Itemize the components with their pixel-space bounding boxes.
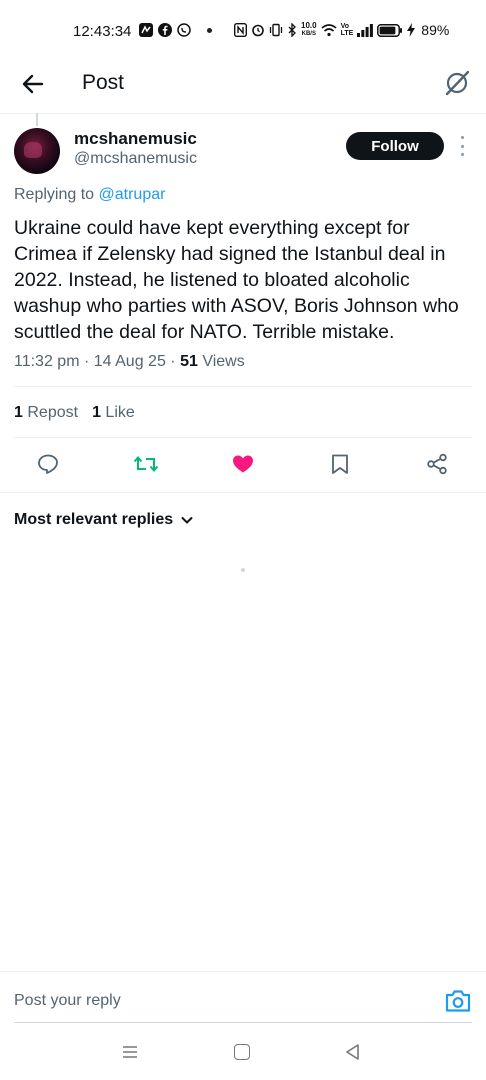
author-handle[interactable]: @mcshanemusic [74,150,197,168]
net-speed-unit: KB/S [301,31,316,37]
share-icon [427,453,447,475]
page-title: Post [82,71,125,94]
views-label: Views [202,353,245,370]
camera-icon [445,990,471,1012]
system-nav-bar [0,1030,486,1080]
reposts-count: 1 [14,404,23,421]
post-time: 11:32 pm [14,353,80,370]
reply-button[interactable] [34,450,62,478]
alarm-icon [252,24,264,37]
nfc-icon [234,23,247,37]
back-button[interactable] [18,69,48,99]
reply-input-underline [14,1022,472,1023]
facebook-icon [158,23,172,37]
repost-icon [133,455,159,473]
grok-icon [445,70,470,96]
more-options-button[interactable] [455,136,469,156]
camera-button[interactable] [444,988,472,1014]
header-divider [0,113,486,114]
post-text: Ukraine could have kept everything excep… [14,217,459,343]
grok-button[interactable] [442,68,472,98]
meta-separator: · [170,353,181,370]
back-triangle-icon[interactable] [343,1042,363,1062]
viber-icon [177,23,191,37]
bookmark-icon [332,454,348,474]
replying-to-mention[interactable]: @atrupar [99,186,166,203]
views-count: 51 [180,353,198,370]
net-speed-value: 10.0 [301,21,317,30]
arrow-left-icon [22,74,44,94]
engagement-stats: 1 Repost 1 Like [14,404,135,422]
thread-connector-line [36,113,38,126]
replying-prefix: Replying to [14,186,95,203]
share-button[interactable] [423,450,451,478]
divider [0,492,486,493]
system-icons: 10.0 KB/S Vo LTE 89% [234,22,449,38]
follow-button[interactable]: Follow [346,132,444,160]
divider [14,386,472,387]
wifi-icon [321,24,337,37]
chevron-down-icon [181,517,193,524]
menu-icon[interactable] [121,1044,139,1060]
replies-sort-label: Most relevant replies [14,511,174,528]
battery-percent: 89% [421,22,450,38]
volte-top: Vo [340,23,350,30]
status-bar: 12:43:34 10.0 KB/S Vo LTE 89% [0,0,486,62]
divider [0,971,486,972]
signal-icon [357,23,374,37]
bluetooth-icon [288,23,296,37]
reposts-stat[interactable]: 1 Repost [14,404,78,422]
notification-icons [139,23,212,37]
volte-bottom: LTE [340,30,354,37]
avatar[interactable] [14,128,60,174]
reposts-label: Repost [27,404,79,421]
charging-icon [407,23,416,37]
volte-indicator: Vo LTE [341,23,354,37]
reply-icon [38,454,58,474]
action-bar [0,450,486,482]
post-meta: 11:32 pm · 14 Aug 25 · 51 Views [14,353,245,371]
app-notification-icon [139,23,153,37]
more-dot [460,136,464,139]
bookmark-button[interactable] [326,450,354,478]
more-dot [460,144,464,148]
top-app-bar: Post [0,62,486,112]
more-notifications-dot [207,27,212,33]
net-speed: 10.0 KB/S [301,22,317,38]
status-time: 12:43:34 [73,23,132,40]
home-icon[interactable] [234,1044,250,1060]
divider [14,437,472,438]
reply-input[interactable]: Post your reply [14,992,121,1010]
likes-count: 1 [92,404,101,421]
meta-separator: · [83,353,94,370]
replies-sort-dropdown[interactable]: Most relevant replies [14,511,195,529]
heart-icon [233,455,253,473]
likes-stat[interactable]: 1 Like [92,404,135,422]
battery-icon [377,23,403,37]
more-dot [460,153,464,156]
likes-label: Like [105,404,135,421]
post-date: 14 Aug 25 [93,353,166,370]
vibrate-icon [269,23,283,37]
author-display-name[interactable]: mcshanemusic [74,129,197,149]
like-button[interactable] [229,450,257,478]
loading-indicator [241,568,245,572]
replying-to: Replying to @atrupar [14,186,165,204]
repost-button[interactable] [132,450,160,478]
